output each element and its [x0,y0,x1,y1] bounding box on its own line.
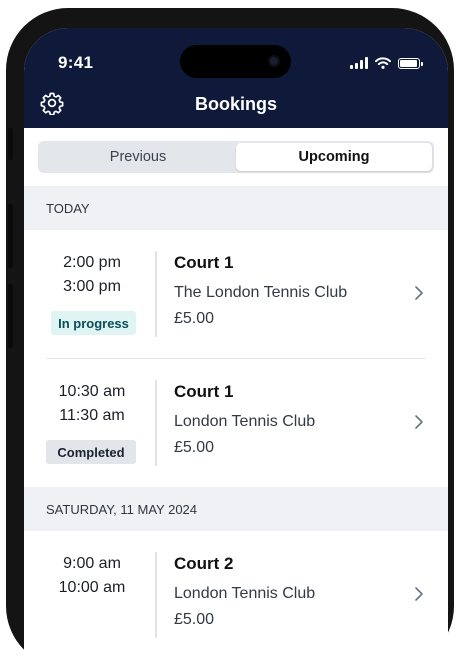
section-header-date: SATURDAY, 11 MAY 2024 [24,487,448,531]
tab-previous[interactable]: Previous [40,143,236,171]
booking-price: £5.00 [174,439,215,456]
booking-row[interactable]: 2:00 pm 3:00 pm In progress Court 1 The … [24,230,448,358]
side-button [8,284,13,348]
battery-icon [398,57,423,69]
club-name: London Tennis Club [174,585,316,602]
chevron-right-icon [415,415,423,429]
status-badge: In progress [51,311,136,335]
side-button [8,128,13,160]
row-divider-vertical [155,380,157,466]
booking-times: 10:30 am 11:30 am [24,380,160,428]
side-button [8,204,13,268]
chevron-right-icon [415,286,423,300]
booking-row[interactable]: 10:30 am 11:30 am Completed Court 1 Lond… [24,359,448,487]
booking-times: 2:00 pm 3:00 pm [24,251,160,299]
court-name: Court 1 [174,253,234,272]
status-time: 9:41 [58,53,94,72]
signal-icon [350,57,368,69]
club-name: The London Tennis Club [174,284,348,301]
row-divider-vertical [155,251,157,337]
page-title: Bookings [194,94,277,114]
wifi-icon [375,57,391,69]
club-name: London Tennis Club [174,413,316,430]
tab-upcoming[interactable]: Upcoming [236,143,432,171]
start-time: 9:00 am [63,555,121,572]
chevron-right-icon [415,587,423,601]
end-time: 3:00 pm [63,278,121,295]
booking-price: £5.00 [174,310,215,327]
bookings-tab-switcher: Previous Upcoming [38,141,434,173]
end-time: 10:00 am [58,579,126,596]
booking-times: 9:00 am 10:00 am [24,552,160,600]
court-name: Court 2 [174,554,234,573]
section-header-today: TODAY [24,186,448,230]
row-divider-vertical [155,552,157,638]
start-time: 10:30 am [58,383,126,400]
app-header: 9:41 Bookings [24,28,448,128]
dynamic-island [180,45,291,78]
booking-row[interactable]: 9:00 am 10:00 am Court 2 London Tennis C… [24,531,448,659]
status-badge: Completed [46,440,136,464]
start-time: 2:00 pm [63,254,121,271]
court-name: Court 1 [174,382,234,401]
end-time: 11:30 am [59,407,125,424]
camera-icon [268,55,280,67]
booking-price: £5.00 [174,611,215,628]
phone-frame: 9:41 Bookings Previous Upcoming TODAY 2:… [6,8,454,668]
status-icons [350,57,423,69]
app-screen: 9:41 Bookings Previous Upcoming TODAY 2:… [24,28,448,668]
